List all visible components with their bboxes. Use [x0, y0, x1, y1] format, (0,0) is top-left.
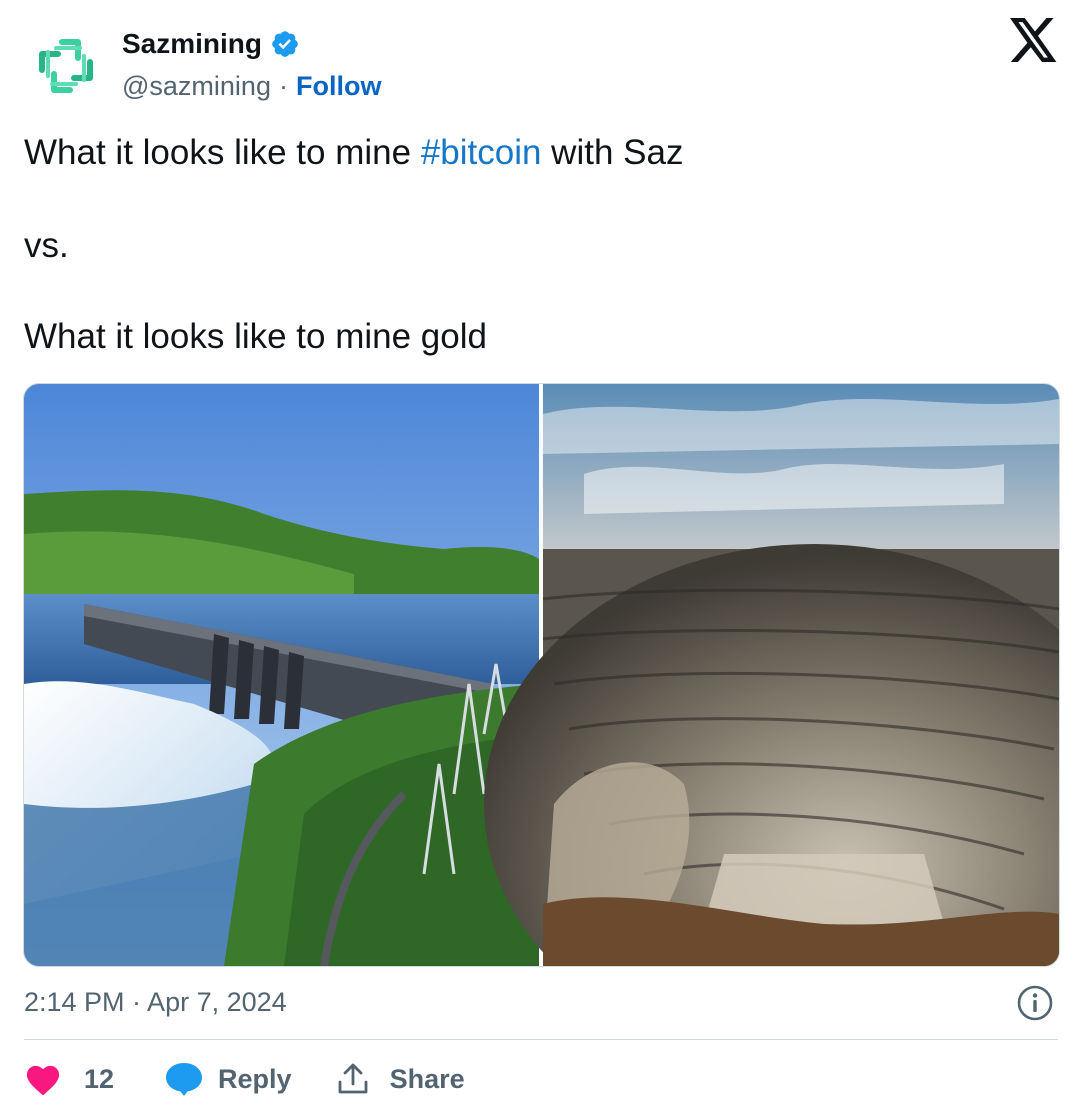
footer-divider — [24, 1039, 1058, 1040]
like-count: 12 — [84, 1063, 115, 1094]
verified-badge-icon — [272, 31, 298, 57]
info-icon — [1017, 985, 1053, 1021]
post-text-line-2: vs. — [24, 226, 69, 265]
share-icon — [338, 1063, 367, 1094]
post-text-line-1: What it looks like to mine #bitcoin with… — [24, 131, 683, 175]
post-text-line-3: What it looks like to mine gold — [24, 317, 487, 356]
like-button[interactable]: 12 — [24, 1062, 114, 1096]
action-bar: 12 Reply Share — [24, 1056, 465, 1102]
post-timestamp[interactable]: 2:14 PM · Apr 7, 2024 — [24, 982, 287, 1022]
author-name[interactable]: Sazmining — [122, 28, 262, 60]
post-text-suffix: with Saz — [541, 133, 684, 172]
author-handle[interactable]: @sazmining — [122, 71, 271, 102]
sazmining-logo-icon — [39, 39, 93, 93]
x-logo-icon — [1010, 18, 1057, 62]
avatar[interactable] — [24, 24, 108, 108]
hashtag-link[interactable]: #bitcoin — [421, 133, 542, 172]
x-logo-link[interactable] — [1010, 18, 1058, 62]
handle-row: @sazmining · Follow — [122, 68, 381, 104]
follow-button[interactable]: Follow — [296, 71, 381, 102]
info-button[interactable] — [1016, 984, 1054, 1022]
dam-photo[interactable] — [24, 384, 539, 966]
share-label: Share — [389, 1063, 465, 1094]
reply-label: Reply — [218, 1063, 292, 1094]
author-name-row[interactable]: Sazmining — [122, 24, 300, 64]
gold-mine-photo[interactable] — [484, 384, 1059, 966]
separator-dot: · — [278, 70, 288, 101]
heart-icon — [26, 1065, 60, 1096]
post-text-prefix: What it looks like to mine — [24, 133, 421, 172]
share-button[interactable]: Share — [336, 1062, 465, 1096]
reply-button[interactable]: Reply — [164, 1061, 292, 1097]
media-grid — [23, 383, 1060, 967]
reply-icon — [166, 1063, 203, 1096]
